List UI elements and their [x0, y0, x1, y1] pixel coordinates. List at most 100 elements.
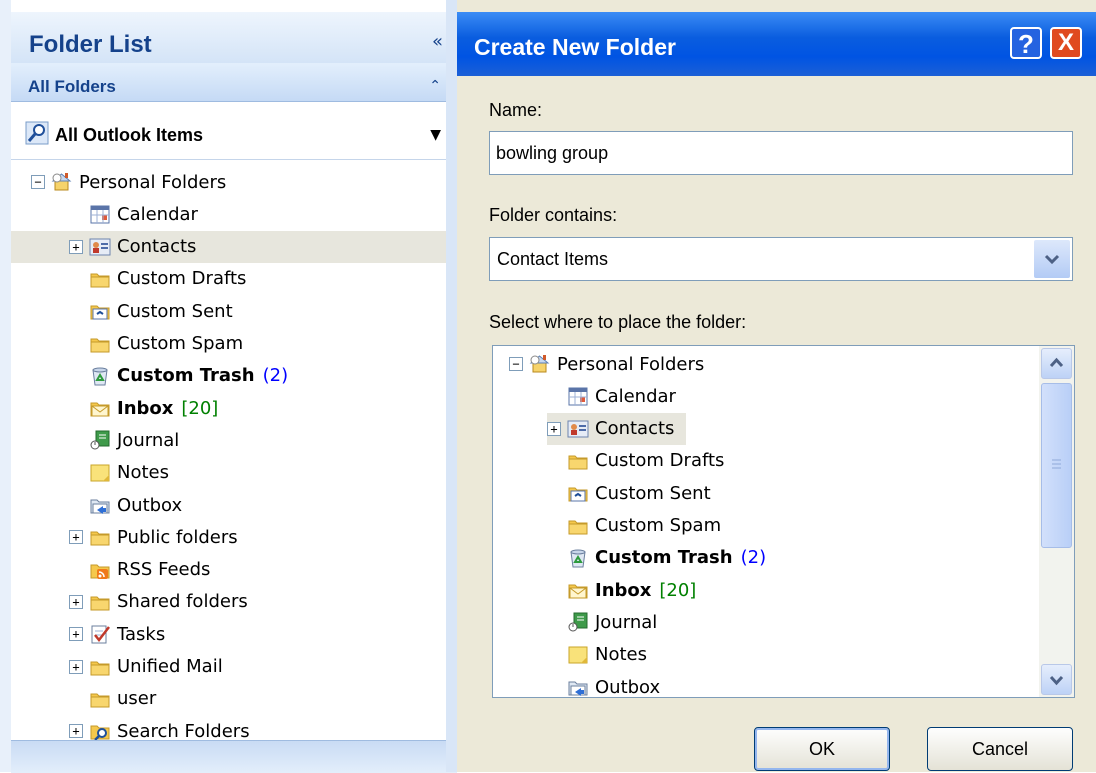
tree-item-public-folders[interactable]: + Public folders [69, 521, 238, 553]
folder-label: Contacts [117, 236, 197, 258]
expand-icon[interactable]: + [69, 594, 83, 609]
folder-label: Custom Trash [117, 365, 255, 387]
dest-tree-item-contacts[interactable]: + Contacts [547, 412, 687, 445]
calendar-icon [567, 385, 589, 407]
dialog-titlebar[interactable]: Create New Folder ? X [457, 12, 1096, 76]
journal-icon [567, 611, 589, 633]
tree-item-custom-sent[interactable]: Custom Sent [89, 295, 233, 327]
folder-label: Unified Mail [117, 656, 223, 677]
tree-item-custom-trash[interactable]: Custom Trash (2) [89, 360, 288, 392]
expand-icon[interactable]: + [69, 724, 83, 739]
tree-item-rss-feeds[interactable]: RSS Feeds [89, 554, 210, 586]
expand-icon[interactable]: + [547, 421, 561, 436]
folder-label: Outbox [595, 676, 661, 698]
ok-button[interactable]: OK [754, 727, 890, 771]
dest-tree-item-inbox[interactable]: Inbox [20] [567, 574, 696, 606]
collapse-icon[interactable]: − [31, 175, 45, 189]
tree-item-shared-folders[interactable]: + Shared folders [69, 586, 248, 618]
folder-label: Shared folders [117, 591, 248, 613]
folder-label: Search Folders [117, 720, 250, 742]
scroll-up-button[interactable] [1041, 348, 1072, 379]
cancel-button[interactable]: Cancel [927, 727, 1073, 771]
dest-tree-item-notes[interactable]: Notes [567, 639, 647, 671]
close-button[interactable]: X [1050, 27, 1082, 59]
folder-label: Personal Folders [557, 353, 705, 375]
folder-label: Outbox [117, 494, 183, 516]
tree-item-unified-mail[interactable]: + Unified Mail [69, 651, 223, 683]
inbox-icon [89, 397, 111, 419]
tree-item-contacts[interactable]: + Contacts [11, 230, 457, 263]
outbox-icon [567, 676, 589, 697]
contacts-icon [567, 418, 589, 440]
unread-count: [20] [181, 397, 219, 419]
expand-icon[interactable]: + [69, 239, 83, 254]
dest-tree-item-calendar[interactable]: Calendar [567, 380, 676, 412]
tree-item-inbox[interactable]: Inbox [20] [89, 392, 218, 424]
dest-tree-item-custom-trash[interactable]: Custom Trash (2) [567, 542, 766, 574]
dropdown-arrow-icon[interactable]: ▼ [430, 127, 441, 143]
dest-tree-item-outbox[interactable]: Outbox [567, 671, 661, 698]
folder-pane-footer [11, 740, 457, 773]
dest-tree-item-custom-spam[interactable]: Custom Spam [567, 510, 721, 542]
view-selector[interactable]: All Outlook Items ▼ [11, 103, 457, 160]
folder-icon [89, 268, 111, 290]
dialog-title: Create New Folder [474, 34, 676, 60]
dest-tree-item-personal-folders[interactable]: − Personal Folders [509, 348, 704, 380]
tasks-icon [89, 623, 111, 645]
notes-icon [567, 644, 589, 666]
destination-folder-tree[interactable]: − Personal Folders Calendar + Contacts Custom… [492, 345, 1075, 698]
tree-item-calendar[interactable]: Calendar [89, 198, 198, 230]
folder-icon [89, 656, 111, 678]
calendar-icon [89, 203, 111, 225]
inbox-icon [567, 579, 589, 601]
folder-label: Custom Trash [595, 547, 733, 569]
chevron-up-icon[interactable]: ⌃ [429, 78, 441, 94]
search-icon [25, 121, 49, 145]
dest-tree-item-journal[interactable]: Journal [567, 606, 657, 638]
unread-count: (2) [740, 547, 767, 569]
place-folder-label: Select where to place the folder: [489, 312, 747, 332]
tree-item-user[interactable]: user [89, 683, 156, 715]
all-folders-header[interactable]: All Folders ⌃ [11, 63, 457, 102]
personal-folders-icon [51, 171, 73, 193]
folder-label: Calendar [117, 203, 198, 225]
expand-icon[interactable]: + [69, 627, 83, 642]
tree-item-notes[interactable]: Notes [89, 457, 169, 489]
folder-icon [89, 688, 111, 710]
tree-item-custom-spam[interactable]: Custom Spam [89, 328, 243, 360]
dropdown-button[interactable] [1034, 240, 1070, 278]
collapse-icon[interactable]: − [509, 357, 523, 371]
tree-item-journal[interactable]: Journal [89, 424, 179, 456]
rss-icon [89, 559, 111, 581]
folder-label: Notes [117, 462, 169, 484]
chevron-up-icon [1049, 357, 1064, 368]
grip-icon [1052, 459, 1061, 469]
outbox-icon [89, 494, 111, 516]
tree-scrollbar[interactable] [1039, 346, 1074, 697]
tree-item-personal-folders[interactable]: − Personal Folders [31, 166, 226, 198]
scroll-down-button[interactable] [1041, 664, 1072, 695]
help-button[interactable]: ? [1010, 27, 1042, 59]
trash-icon [567, 547, 589, 569]
folder-icon [567, 450, 589, 472]
folder-contains-select[interactable]: Contact Items [489, 237, 1073, 281]
folder-label: Tasks [117, 623, 166, 645]
tree-item-outbox[interactable]: Outbox [89, 489, 182, 521]
personal-folders-icon [529, 353, 551, 375]
folder-label: Inbox [595, 579, 652, 601]
view-selector-label: All Outlook Items [55, 125, 204, 145]
folder-label: Inbox [117, 397, 174, 419]
tree-item-tasks[interactable]: + Tasks [69, 618, 165, 650]
scroll-thumb[interactable] [1041, 383, 1072, 548]
tree-item-custom-drafts[interactable]: Custom Drafts [89, 263, 246, 295]
expand-icon[interactable]: + [69, 530, 83, 545]
folder-name-input[interactable] [489, 131, 1073, 175]
folder-label: user [117, 688, 157, 710]
dest-tree-item-custom-sent[interactable]: Custom Sent [567, 477, 711, 509]
pane-splitter[interactable] [446, 0, 457, 772]
all-folders-label: All Folders [28, 77, 116, 96]
dest-tree-item-custom-drafts[interactable]: Custom Drafts [567, 445, 724, 477]
collapse-pane-icon[interactable]: « [432, 31, 443, 52]
folder-label: Contacts [595, 418, 675, 440]
expand-icon[interactable]: + [69, 659, 83, 674]
